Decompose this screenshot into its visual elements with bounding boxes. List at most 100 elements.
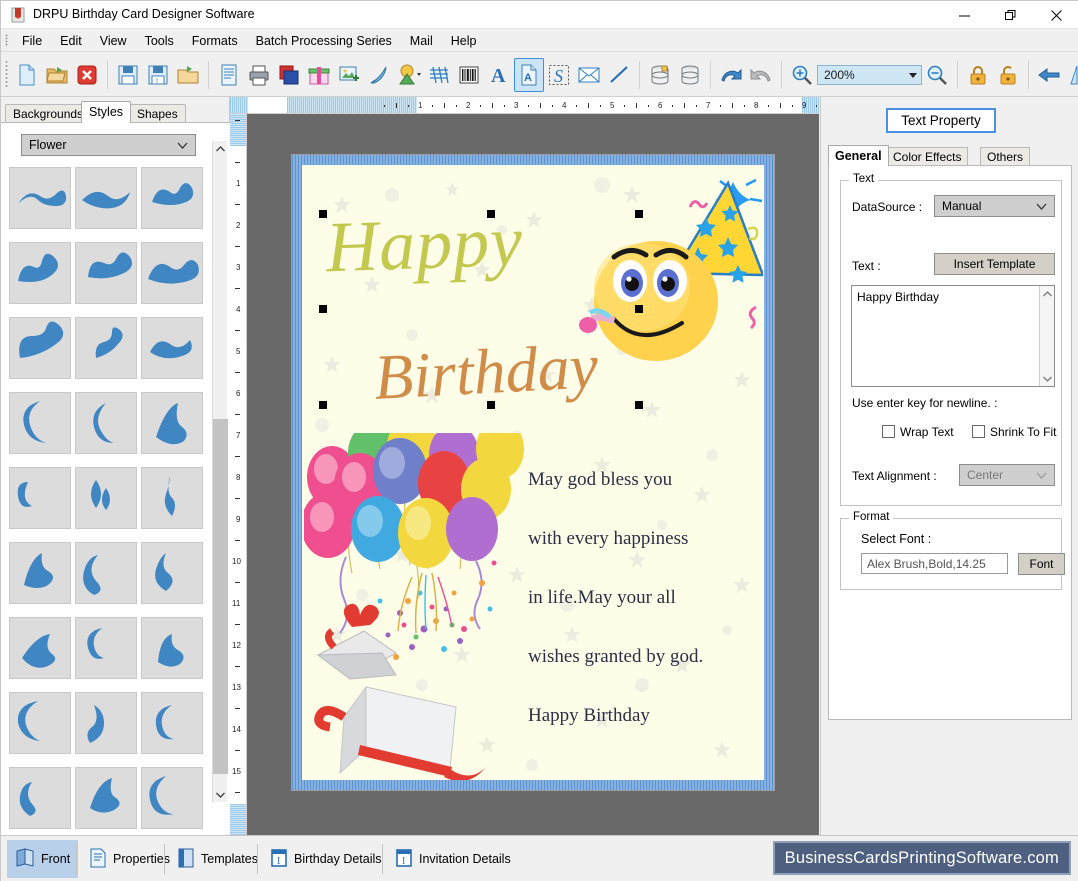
gift-icon[interactable] [304,58,334,92]
scroll-up-icon[interactable] [213,141,228,156]
text-icon[interactable]: A [484,58,514,92]
selection-handle[interactable] [487,401,495,409]
tab-color-effects[interactable]: Color Effects [886,147,969,166]
style-thumbnail[interactable] [141,392,203,454]
style-thumbnail[interactable] [141,692,203,754]
minimize-button[interactable] [941,1,987,29]
redo-icon[interactable] [746,58,776,92]
shrink-to-fit-checkbox[interactable] [972,425,985,438]
font-value-field[interactable]: Alex Brush,Bold,14.25 [861,553,1008,574]
style-thumbnail[interactable] [75,617,137,679]
wrap-text-checkbox[interactable] [882,425,895,438]
selection-handle[interactable] [635,401,643,409]
text-alignment-dropdown[interactable]: Center [959,464,1055,486]
menu-item-batch-processing-series[interactable]: Batch Processing Series [247,31,401,51]
style-thumbnail[interactable] [9,392,71,454]
balloons-icon[interactable] [304,433,534,780]
style-thumbnail[interactable] [141,242,203,304]
status-item-front[interactable]: Front [7,840,79,878]
selection-handle[interactable] [487,210,495,218]
style-thumbnail[interactable] [75,242,137,304]
selection-handle[interactable] [319,305,327,313]
insert-template-button[interactable]: Insert Template [934,253,1055,275]
selection-handle[interactable] [635,210,643,218]
save-icon[interactable] [113,58,143,92]
style-thumbnail[interactable] [141,617,203,679]
database-add-icon[interactable] [645,58,675,92]
menu-item-formats[interactable]: Formats [183,31,247,51]
style-thumbnail[interactable] [141,542,203,604]
text-box-icon[interactable]: A [514,57,544,92]
style-thumbnail[interactable] [9,467,71,529]
envelope-icon[interactable] [574,58,604,92]
scroll-down-icon[interactable] [1040,371,1055,386]
print-icon[interactable] [244,58,274,92]
toolbar-grip-handle[interactable] [5,60,8,88]
menu-item-help[interactable]: Help [442,31,486,51]
close-document-icon[interactable] [72,58,102,92]
tab-general[interactable]: General [828,145,889,166]
maximize-button[interactable] [987,1,1033,29]
status-item-templates[interactable]: Templates [169,840,266,878]
design-canvas[interactable]: Happy Birthday May god bless you with ev… [247,114,819,835]
open-folder-icon[interactable] [42,58,72,92]
tab-shapes[interactable]: Shapes [129,104,186,123]
style-thumbnail[interactable] [75,542,137,604]
align-left-icon[interactable] [1034,58,1064,92]
close-button[interactable] [1033,1,1078,29]
zoom-in-icon[interactable] [787,58,817,92]
font-button[interactable]: Font [1018,553,1065,575]
database-icon[interactable] [675,58,705,92]
new-document-icon[interactable] [12,58,42,92]
scroll-down-icon[interactable] [213,787,228,802]
style-category-dropdown[interactable]: Flower [21,134,196,156]
page-setup-icon[interactable] [214,58,244,92]
tab-backgrounds[interactable]: Backgrounds [5,104,92,123]
zoom-out-icon[interactable] [922,58,952,92]
align-center-vertical-icon[interactable] [1064,58,1078,92]
style-thumbnail[interactable] [9,692,71,754]
card-heading-birthday[interactable]: Birthday [372,329,600,415]
card-background-icon[interactable] [274,58,304,92]
save-as-icon[interactable]: I [143,58,173,92]
vertical-ruler[interactable]: 1 2 3 4 5 6 7 8 9 10 11 12 13 14 15 [230,114,247,835]
style-thumbnail[interactable] [75,767,137,829]
selection-handle[interactable] [319,210,327,218]
left-panel-scrollbar[interactable] [212,141,228,802]
menu-item-mail[interactable]: Mail [401,31,442,51]
style-thumbnail[interactable] [141,167,203,229]
card-message[interactable]: May god bless you with every happiness i… [528,450,764,745]
menu-item-tools[interactable]: Tools [136,31,183,51]
datasource-dropdown[interactable]: Manual [934,195,1055,217]
horizontal-ruler[interactable]: 1 2 3 4 5 6 7 8 9 [230,97,819,114]
style-thumbnail[interactable] [141,317,203,379]
shape-icon[interactable] [394,58,424,92]
style-thumbnail[interactable] [141,767,203,829]
style-thumbnail[interactable] [75,692,137,754]
lock-icon[interactable] [963,58,993,92]
card-artboard[interactable]: Happy Birthday May god bless you with ev… [302,165,764,780]
style-thumbnail[interactable] [141,467,203,529]
insert-image-icon[interactable] [334,58,364,92]
tab-styles[interactable]: Styles [81,101,132,123]
text-input[interactable]: Happy Birthday [851,285,1055,387]
selection-handle[interactable] [635,305,643,313]
status-item-invitation-details[interactable]: I Invitation Details [387,840,519,878]
undo-icon[interactable] [716,58,746,92]
selection-handle[interactable] [319,401,327,409]
style-thumbnail[interactable] [9,542,71,604]
style-thumbnail[interactable] [9,242,71,304]
style-thumbnail[interactable] [75,392,137,454]
greeting-card[interactable]: Happy Birthday May god bless you with ev… [291,154,775,791]
zoom-level-input[interactable]: 200% [817,64,922,85]
scroll-up-icon[interactable] [1040,286,1055,301]
import-icon[interactable] [173,58,203,92]
menu-item-file[interactable]: File [13,31,51,51]
unlock-icon[interactable] [993,58,1023,92]
barcode-icon[interactable] [454,58,484,92]
signature-icon[interactable]: S [544,58,574,92]
style-thumbnail[interactable] [9,617,71,679]
scrollbar-thumb[interactable] [213,419,228,774]
menu-grip-handle[interactable] [5,34,8,47]
chevron-down-icon[interactable] [909,72,917,78]
